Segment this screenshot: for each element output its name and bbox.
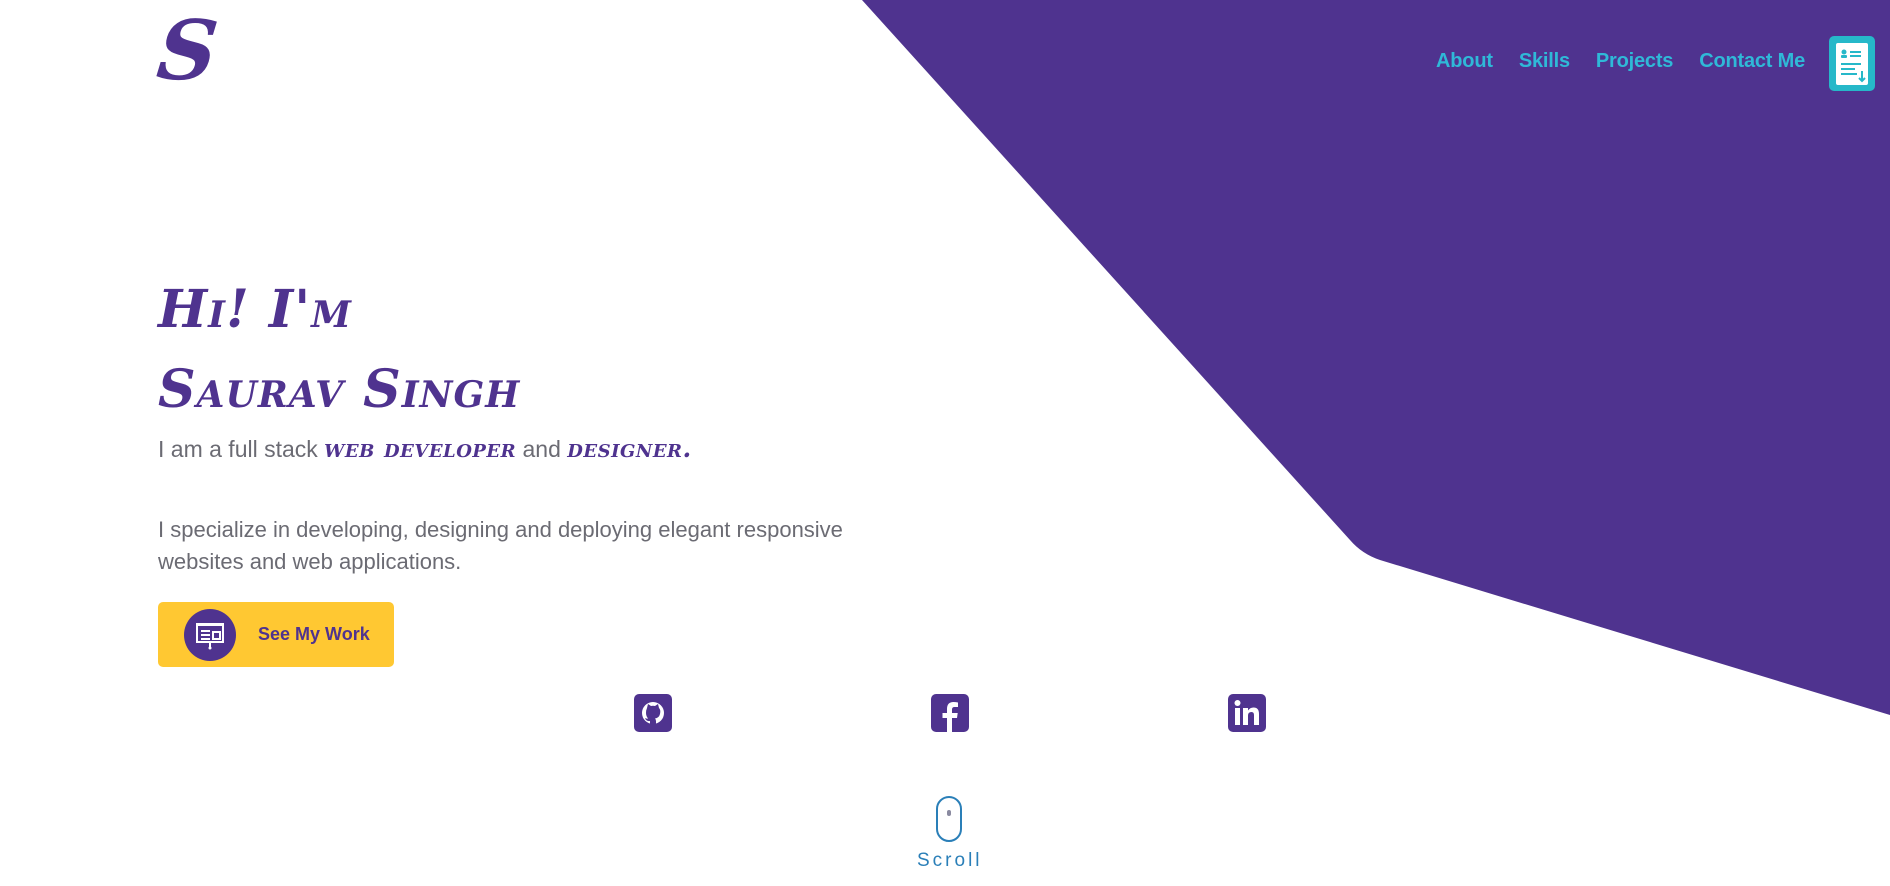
mouse-icon xyxy=(936,796,962,842)
nav-item-contact[interactable]: Contact Me xyxy=(1699,50,1805,73)
presentation-icon xyxy=(184,608,236,661)
nav-item-projects[interactable]: Projects xyxy=(1596,50,1674,73)
linkedin-link[interactable] xyxy=(1228,694,1266,732)
facebook-link[interactable] xyxy=(931,694,969,732)
site-logo[interactable]: S xyxy=(153,3,222,99)
role-designer: designer. xyxy=(567,434,692,463)
hero: Hi! I'm Saurav Singh I am a full stack w… xyxy=(158,270,692,464)
resume-download-icon xyxy=(1836,42,1868,85)
see-my-work-label: See My Work xyxy=(258,624,370,644)
see-my-work-button[interactable]: See My Work xyxy=(158,602,394,667)
role-web-developer: web developer xyxy=(324,434,517,463)
github-icon xyxy=(634,694,672,732)
scroll-indicator[interactable]: Scroll xyxy=(917,796,981,872)
hero-heading: Hi! I'm Saurav Singh xyxy=(158,270,692,430)
main-nav: About Skills Projects Contact Me xyxy=(1436,50,1805,73)
hero-tagline: I am a full stack web developer and desi… xyxy=(158,434,692,464)
linkedin-icon xyxy=(1228,694,1266,732)
mouse-wheel xyxy=(947,810,951,816)
tagline-prefix: I am a full stack xyxy=(158,436,318,462)
facebook-icon xyxy=(931,694,969,732)
github-link[interactable] xyxy=(634,694,672,732)
hero-name: Saurav Singh xyxy=(158,359,521,420)
scroll-label: Scroll xyxy=(917,850,983,871)
hero-greeting: Hi! I'm xyxy=(158,279,352,340)
bio-text: I specialize in developing, designing an… xyxy=(158,517,843,574)
nav-item-about[interactable]: About xyxy=(1436,50,1493,73)
page: S About Skills Projects Contact Me Hi! I… xyxy=(0,0,1890,886)
nav-item-skills[interactable]: Skills xyxy=(1519,50,1570,73)
resume-download-button[interactable] xyxy=(1829,36,1875,91)
tagline-join: and xyxy=(522,436,561,462)
